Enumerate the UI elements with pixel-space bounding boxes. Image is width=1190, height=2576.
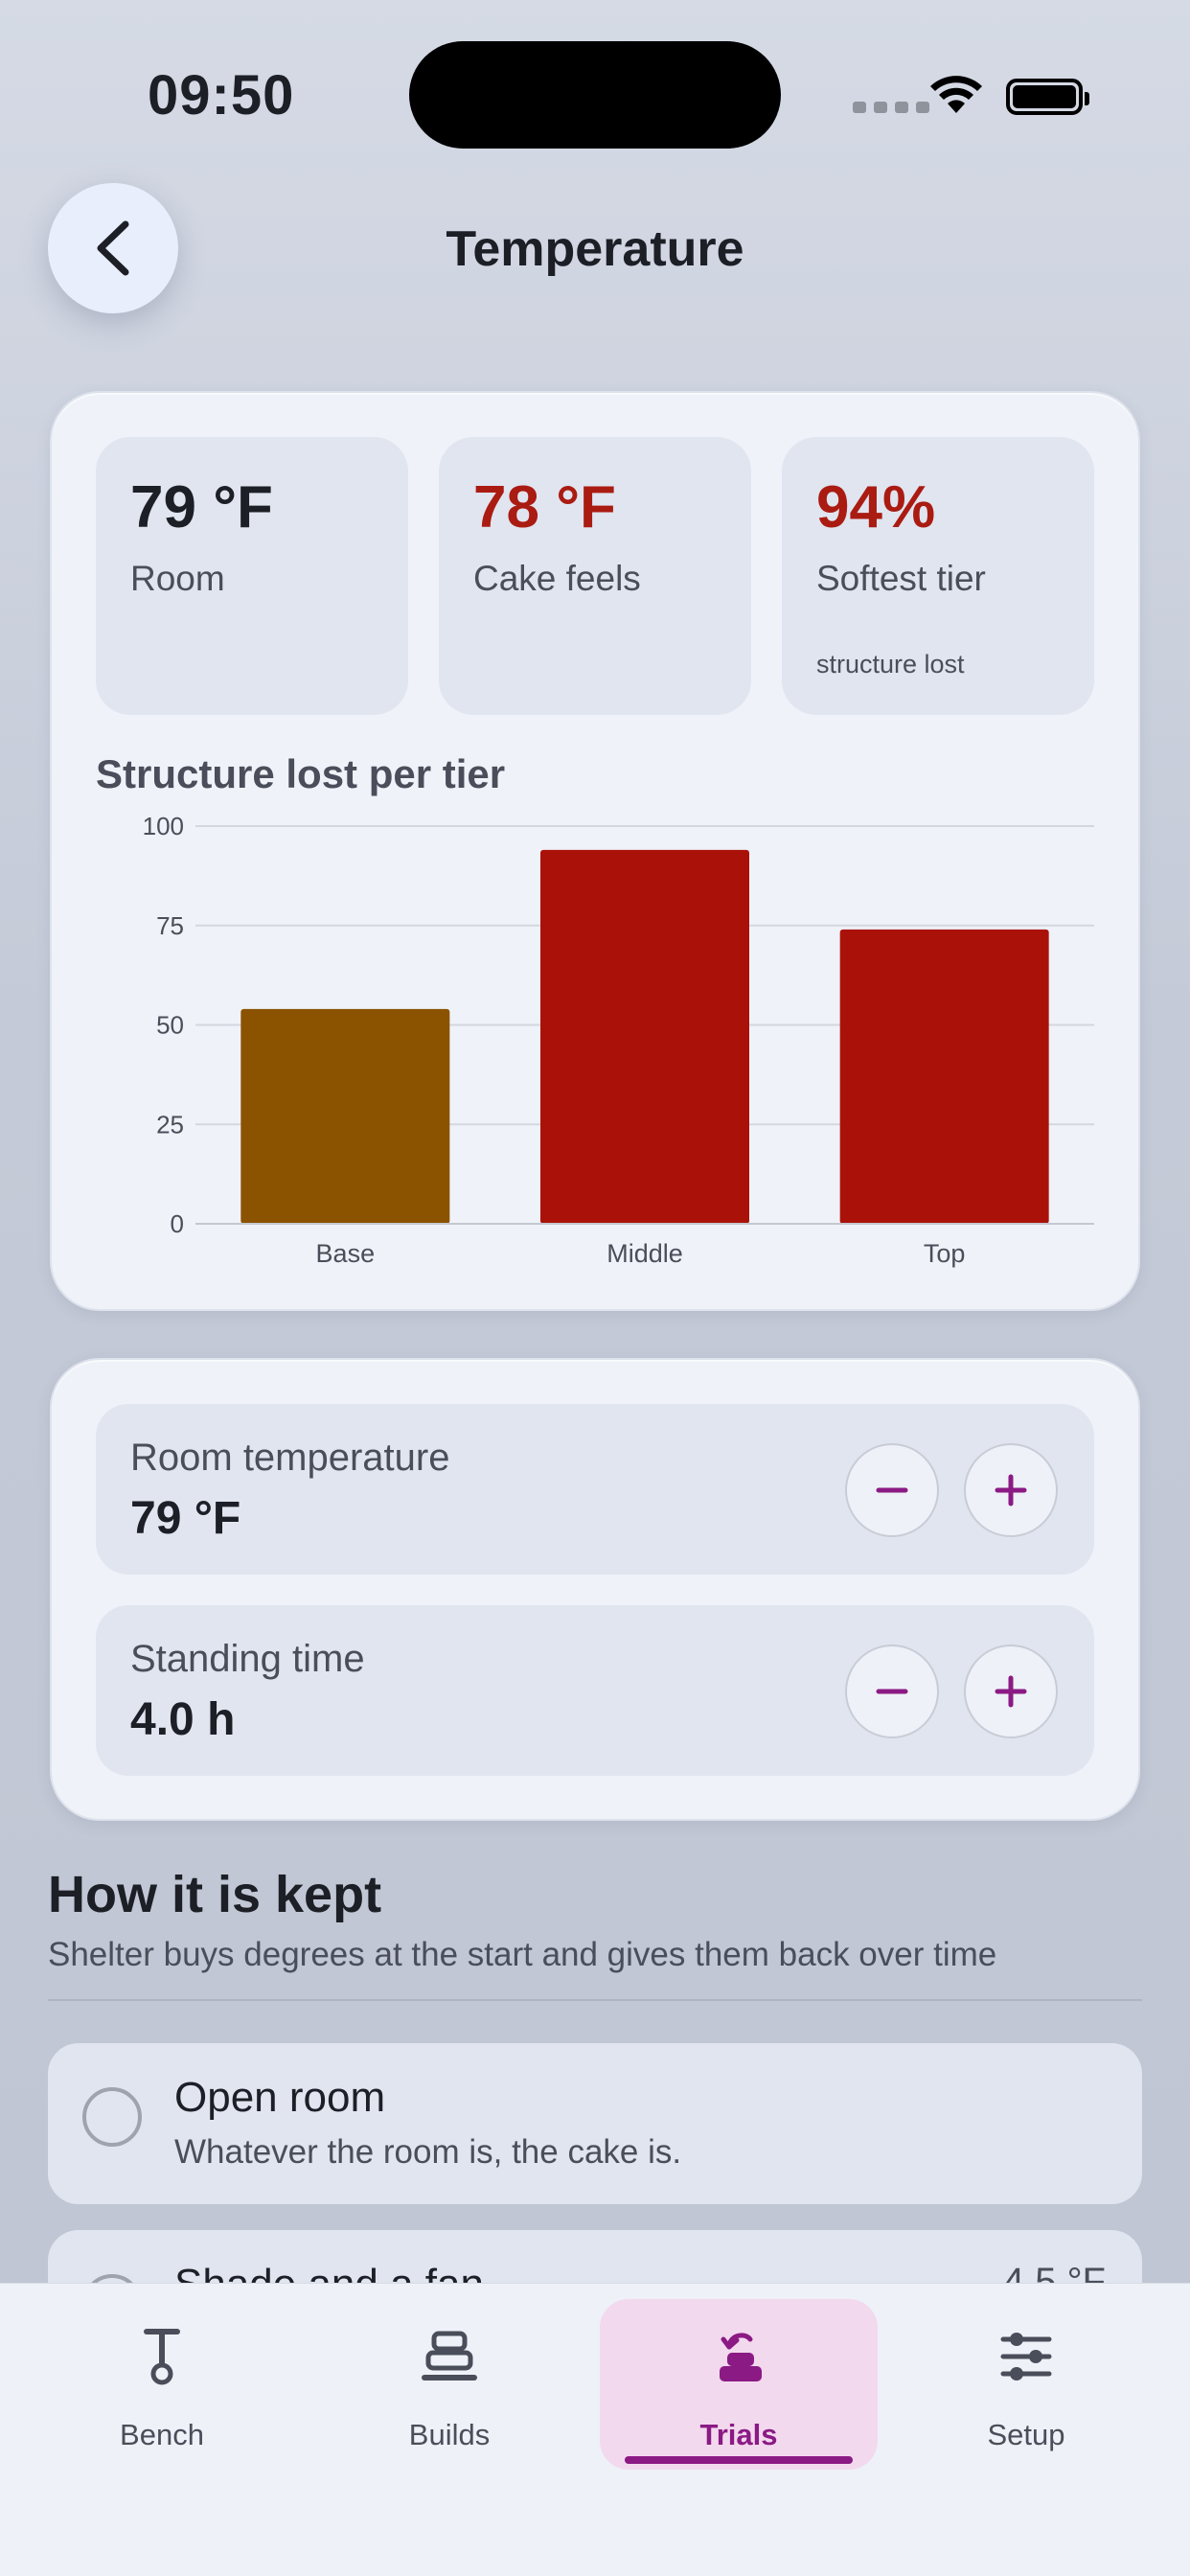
option-description: Whatever the room is, the cake is. [174, 2133, 682, 2171]
builds-icon [310, 2326, 588, 2387]
tab-label: Bench [120, 2418, 204, 2451]
tab-label: Setup [987, 2418, 1065, 2451]
dynamic-island [409, 41, 781, 149]
minus-icon [876, 1487, 908, 1493]
room-temperature-decrease-button[interactable] [845, 1443, 939, 1537]
y-tick-label: 25 [156, 1110, 184, 1138]
section-subtitle: Shelter buys degrees at the start and gi… [48, 1936, 997, 1973]
option-open-room[interactable]: Open room Whatever the room is, the cake… [48, 2043, 1142, 2204]
structure-lost-bar-chart: 0 25 50 75 100 Base Middle Top [143, 812, 1094, 1268]
y-tick-label: 50 [156, 1011, 184, 1040]
y-tick-label: 75 [156, 911, 184, 940]
standing-time-decrease-button[interactable] [845, 1644, 939, 1738]
temperature-summary-card: 79 °F Room 78 °F Cake feels 94% Softest … [50, 391, 1140, 1311]
tab-setup[interactable]: Setup [887, 2299, 1165, 2470]
tab-label: Builds [408, 2418, 491, 2451]
tab-label: Trials [699, 2418, 778, 2451]
bench-icon [23, 2326, 301, 2387]
minus-icon [876, 1689, 908, 1694]
section-divider [48, 1999, 1142, 2001]
room-temperature-control: Room temperature 79 °F [96, 1404, 1094, 1575]
standing-time-increase-button[interactable] [964, 1644, 1058, 1738]
control-value: 79 °F [130, 1493, 241, 1544]
control-label: Standing time [130, 1638, 365, 1680]
option-title: Open room [174, 2074, 386, 2121]
trials-icon [600, 2326, 878, 2387]
tab-bar: Bench Builds Trials Setup [0, 2283, 1190, 2576]
status-time: 09:50 [148, 64, 295, 126]
cellular-signal-icon [853, 102, 929, 113]
plus-icon [995, 1474, 1027, 1506]
room-temperature-increase-button[interactable] [964, 1443, 1058, 1537]
tab-trials[interactable]: Trials [600, 2299, 878, 2470]
x-tick-label: Top [924, 1239, 966, 1268]
control-value: 4.0 h [130, 1694, 236, 1745]
setup-icon [887, 2326, 1165, 2387]
y-tick-label: 100 [143, 812, 184, 840]
bar-middle [540, 849, 749, 1224]
tab-bench[interactable]: Bench [23, 2299, 301, 2470]
page-title: Temperature [446, 221, 744, 277]
control-label: Room temperature [130, 1437, 450, 1479]
standing-time-control: Standing time 4.0 h [96, 1605, 1094, 1776]
tab-builds[interactable]: Builds [310, 2299, 588, 2470]
battery-icon [1006, 79, 1089, 115]
plus-icon [995, 1675, 1027, 1708]
bar-top [839, 929, 1049, 1224]
bar-base [240, 1008, 450, 1224]
wifi-icon [929, 75, 983, 120]
section-title: How it is kept [48, 1866, 382, 1923]
x-tick-label: Base [316, 1239, 376, 1268]
x-tick-label: Middle [606, 1239, 683, 1268]
conditions-card: Room temperature 79 °F Standing time 4.0… [50, 1358, 1140, 1821]
active-tab-indicator [625, 2456, 853, 2464]
radio-unselected-icon [82, 2087, 142, 2147]
y-tick-label: 0 [171, 1209, 184, 1238]
